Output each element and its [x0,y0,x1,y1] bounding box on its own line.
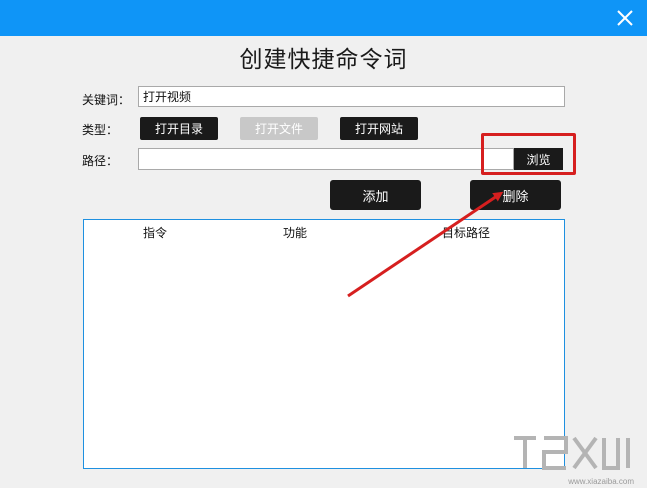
annotation-highlight-box [481,133,576,175]
keyword-input[interactable] [138,86,565,107]
type-label: 类型： [82,123,119,137]
watermark-logo-icon [514,436,630,470]
column-header-function[interactable]: 功能 [283,224,307,241]
path-input[interactable] [138,148,514,170]
window-titlebar [0,0,647,36]
column-header-target-path[interactable]: 目标路径 [442,224,490,241]
add-button[interactable]: 添加 [330,180,421,210]
watermark-logo: www.xiazaiba.com [510,430,640,486]
command-table[interactable]: 指令 功能 目标路径 [83,219,565,469]
watermark-text: www.xiazaiba.com [568,477,634,486]
keyword-label: 关键词： [82,93,131,107]
column-header-command[interactable]: 指令 [143,224,167,241]
path-label: 路径： [82,154,119,168]
dialog-title: 创建快捷命令词 [239,47,408,73]
open-website-button[interactable]: 打开网站 [340,117,418,140]
delete-button[interactable]: 删除 [470,180,561,210]
close-icon[interactable] [613,6,637,30]
open-file-button[interactable]: 打开文件 [240,117,318,140]
open-directory-button[interactable]: 打开目录 [140,117,218,140]
